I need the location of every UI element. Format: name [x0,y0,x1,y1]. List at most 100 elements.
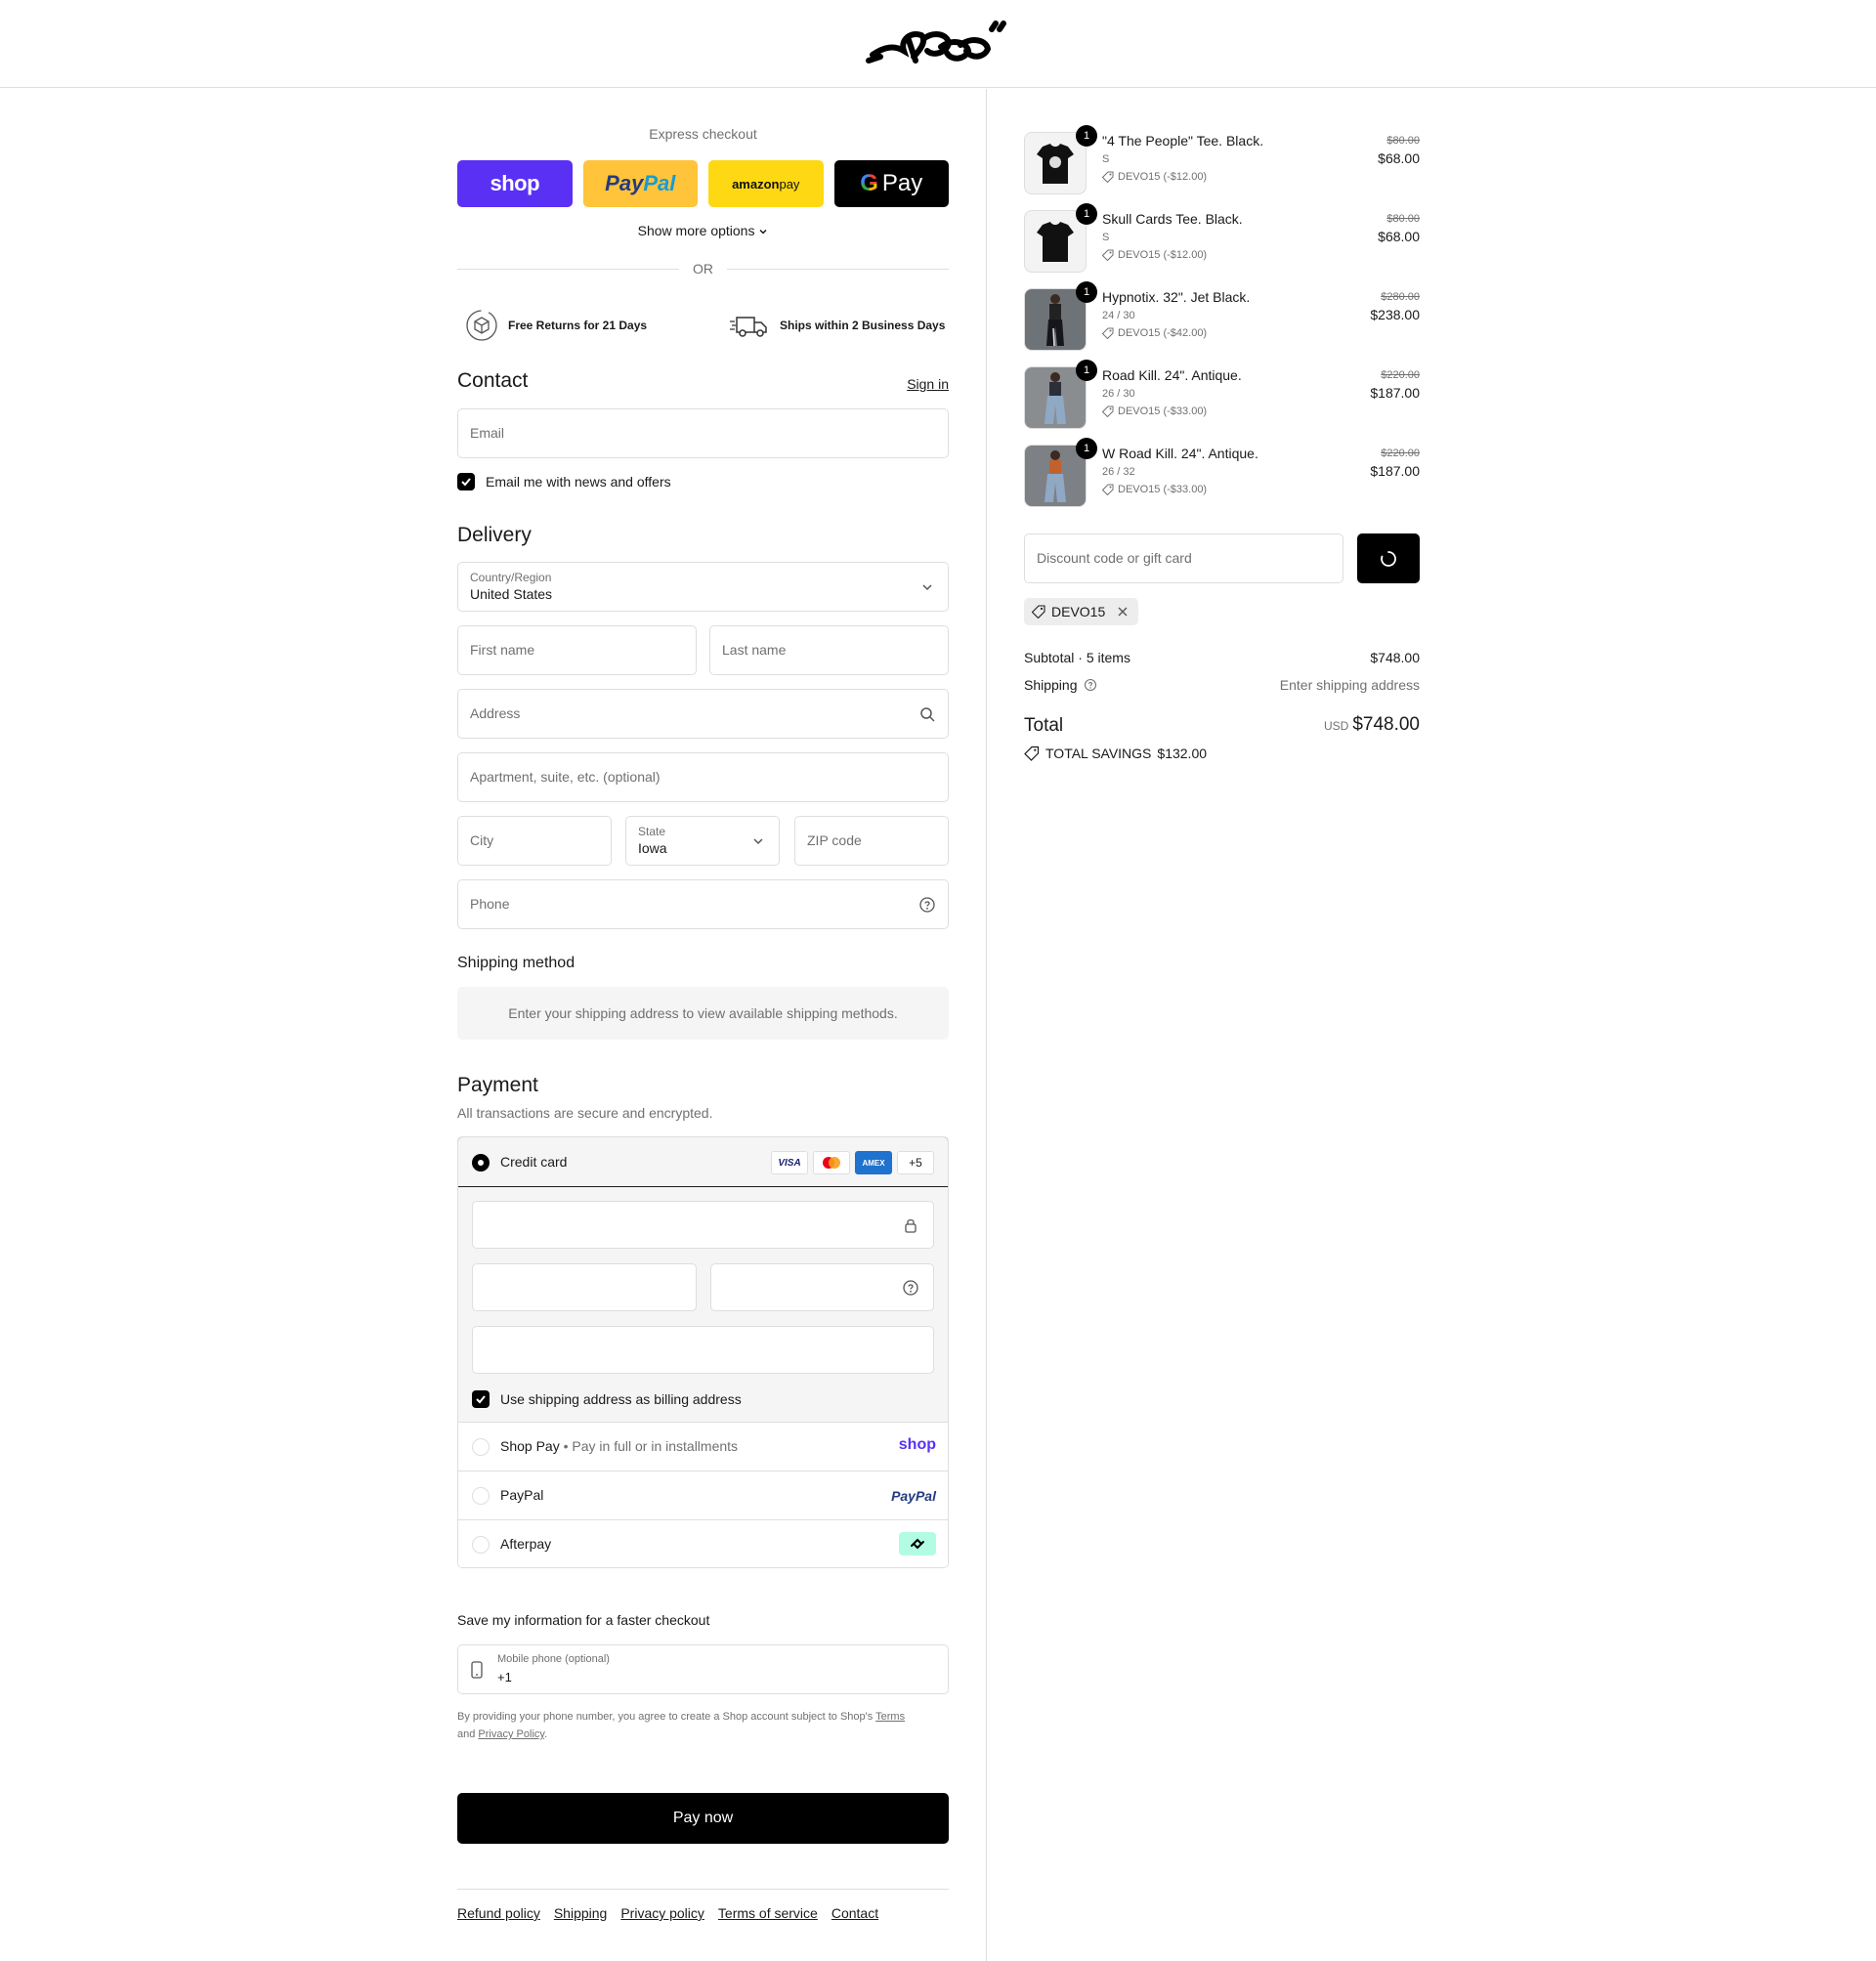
first-name-field[interactable]: First name [457,625,697,675]
credit-card-option[interactable]: Credit card VISA AMEX +5 [458,1137,948,1187]
tag-icon [1102,327,1114,339]
item-name: Hypnotix. 32". Jet Black. [1102,289,1251,305]
privacy-policy-link[interactable]: Privacy policy [620,1905,704,1921]
shipping-policy-link[interactable]: Shipping [554,1905,608,1921]
google-g-icon: G [860,170,878,196]
shop-pay-radio[interactable] [472,1438,490,1456]
mobile-phone-field[interactable]: Mobile phone (optional) +1 [457,1644,949,1694]
discount-code-placeholder: Discount code or gift card [1037,550,1192,566]
afterpay-option[interactable]: Afterpay [458,1520,948,1567]
contact-heading: Contact [457,369,529,392]
help-icon[interactable] [902,1279,919,1297]
contact-link[interactable]: Contact [831,1905,878,1921]
country-value: United States [470,586,553,602]
billing-same-checkbox[interactable] [472,1390,490,1408]
subtotal-value: $748.00 [1370,650,1420,665]
close-icon[interactable] [1117,606,1129,618]
perk-returns-label: Free Returns for 21 Days [508,319,648,332]
afterpay-radio[interactable] [472,1536,490,1554]
country-label: Country/Region [470,571,552,584]
name-on-card-field[interactable] [472,1326,934,1374]
terms-of-service-link[interactable]: Terms of service [718,1905,818,1921]
item-original-price: $80.00 [1386,213,1420,225]
pay-now-button[interactable]: Pay now [457,1793,949,1844]
applied-discount-chip: DEVO15 [1024,598,1139,625]
shop-pay-label: shop [490,171,540,195]
privacy-link[interactable]: Privacy Policy [478,1728,544,1740]
security-code-field[interactable] [710,1263,934,1311]
sign-in-link[interactable]: Sign in [907,376,949,392]
save-info-heading: Save my information for a faster checkou… [457,1612,710,1628]
paypal-radio[interactable] [472,1487,490,1505]
zip-field[interactable]: ZIP code [794,816,949,866]
item-original-price: $80.00 [1386,135,1420,147]
jeans-model-image [1025,367,1086,428]
quantity-badge: 1 [1076,203,1097,225]
discount-code-field[interactable]: Discount code or gift card [1024,533,1343,583]
jeans-model-image [1025,446,1086,506]
last-name-field[interactable]: Last name [709,625,949,675]
lock-icon [905,1218,917,1233]
paypal-option-label: PayPal [500,1487,544,1503]
item-discount-label: DEVO15 (-$42.00) [1118,327,1208,339]
google-pay-button[interactable]: G Pay [833,160,949,207]
mobile-phone-label: Mobile phone (optional) [497,1653,610,1665]
divider-line [457,268,679,270]
tag-icon [1032,605,1045,618]
shop-pay-button[interactable]: shop [457,160,573,207]
mastercard-circles [823,1157,840,1169]
item-variant: 26 / 30 [1102,388,1135,400]
shop-pay-option[interactable]: Shop Pay • Pay in full or in installment… [458,1423,948,1471]
terms-link[interactable]: Terms [875,1711,905,1723]
phone-field[interactable]: Phone [457,879,949,929]
email-placeholder: Email [470,425,505,441]
quantity-badge: 1 [1076,360,1097,381]
apartment-field[interactable]: Apartment, suite, etc. (optional) [457,752,949,802]
savings-value: $132.00 [1157,746,1208,761]
state-select[interactable]: State Iowa [625,816,780,866]
tag-icon [1102,405,1114,417]
news-checkbox[interactable] [457,473,475,490]
checkmark-icon [461,478,471,487]
apartment-placeholder: Apartment, suite, etc. (optional) [470,769,661,785]
news-checkbox-label: Email me with news and offers [486,474,671,490]
cart-item: 1 W Road Kill. 24". Antique. 26 / 32 DEV… [1024,438,1420,507]
state-label: State [638,825,666,838]
afterpay-arrows-icon [911,1538,924,1550]
credit-card-radio[interactable] [472,1154,490,1172]
item-name: Skull Cards Tee. Black. [1102,211,1243,227]
item-variant: 26 / 32 [1102,466,1135,478]
savings-label: TOTAL SAVINGS [1045,746,1152,761]
address-field[interactable]: Address [457,689,949,739]
zip-placeholder: ZIP code [807,832,862,848]
paypal-button[interactable]: Pay Pal [582,160,698,207]
applied-discount-code: DEVO15 [1051,604,1106,619]
total-savings: TOTAL SAVINGS $132.00 [1024,746,1207,761]
brand-logo[interactable] [865,18,1011,70]
city-placeholder: City [470,832,494,848]
help-icon[interactable] [918,896,936,914]
delivery-heading: Delivery [457,524,532,546]
refund-policy-link[interactable]: Refund policy [457,1905,540,1921]
search-icon [920,707,935,722]
or-divider: OR [457,261,949,277]
card-number-field[interactable] [472,1201,934,1249]
amazon-label-b: pay [779,176,800,192]
apply-discount-button[interactable] [1357,533,1420,583]
email-field[interactable]: Email [457,408,949,458]
paypal-option[interactable]: PayPal PayPal [458,1471,948,1520]
item-discount-label: DEVO15 (-$33.00) [1118,484,1208,495]
amazon-pay-button[interactable]: amazon pay [708,160,824,207]
tag-icon [1102,171,1114,183]
show-more-options-button[interactable]: Show more options [457,223,949,238]
country-select[interactable]: Country/Region United States [457,562,949,612]
help-icon[interactable] [1084,678,1097,692]
checkmark-icon [476,1395,486,1404]
city-field[interactable]: City [457,816,612,866]
address-placeholder: Address [470,705,521,721]
item-price: $187.00 [1370,463,1420,479]
shop-pay-logo: shop [898,1436,936,1453]
shipping-row: Shipping Enter shipping address [1024,677,1420,693]
expiry-field[interactable] [472,1263,697,1311]
amex-icon: AMEX [855,1151,892,1174]
